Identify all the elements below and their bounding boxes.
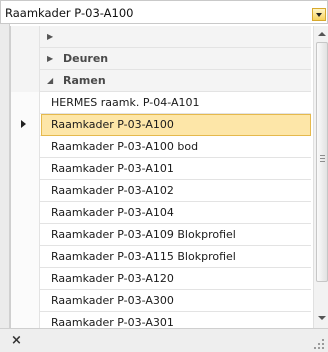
- row-selector-cell: [11, 180, 40, 202]
- grip-line: [320, 161, 325, 162]
- dropdown-popup: ▶ ▶ Deuren ◢ Ramen HERMES raamk. P-04-A101 Raa…: [10, 26, 328, 328]
- list-item[interactable]: Raamkader P-03-A115 Blokprofiel: [11, 246, 311, 268]
- item-label: HERMES raamk. P-04-A101: [51, 96, 200, 109]
- row-selector-cell: [11, 48, 40, 70]
- row-selector-cell: [11, 202, 40, 224]
- popup-footer: ×: [0, 328, 328, 352]
- dropdown-button[interactable]: [312, 8, 326, 21]
- combo-box[interactable]: Raamkader P-03-A100: [0, 0, 328, 24]
- item-label: Raamkader P-03-A120: [51, 272, 174, 285]
- current-row-arrow-icon: [21, 120, 26, 128]
- list-item[interactable]: Raamkader P-03-A120: [11, 268, 311, 290]
- item-label: Raamkader P-03-A300: [51, 294, 174, 307]
- row-selector-cell: [11, 246, 40, 268]
- triangle-down-icon[interactable]: ◢: [47, 76, 53, 85]
- scroll-up-arrow-icon[interactable]: [318, 32, 326, 36]
- scroll-thumb[interactable]: [316, 42, 328, 282]
- list-item[interactable]: Raamkader P-03-A109 Blokprofiel: [11, 224, 311, 246]
- list-item[interactable]: Raamkader P-03-A104: [11, 202, 311, 224]
- row-selector-cell: [11, 70, 40, 92]
- item-list: ▶ ▶ Deuren ◢ Ramen HERMES raamk. P-04-A101 Raa…: [11, 26, 311, 328]
- group-row[interactable]: ▶: [11, 26, 311, 48]
- row-selector-cell: [11, 136, 40, 158]
- row-selector-cell: [11, 26, 40, 48]
- resize-grip-icon[interactable]: [314, 339, 324, 349]
- item-label: Raamkader P-03-A101: [51, 162, 174, 175]
- group-row[interactable]: ▶ Deuren: [11, 48, 311, 70]
- item-label: Raamkader P-03-A100 bod: [51, 140, 199, 153]
- combo-value: Raamkader P-03-A100: [5, 6, 134, 20]
- triangle-right-icon[interactable]: ▶: [47, 54, 53, 63]
- item-label: Raamkader P-03-A104: [51, 206, 174, 219]
- left-edge-strip: [0, 24, 10, 328]
- triangle-right-icon[interactable]: ▶: [47, 32, 53, 41]
- row-selector-cell: [11, 224, 40, 246]
- group-label: Deuren: [63, 52, 109, 65]
- list-item[interactable]: HERMES raamk. P-04-A101: [11, 92, 311, 114]
- item-label: Raamkader P-03-A100: [51, 118, 174, 131]
- grip-line: [320, 155, 325, 156]
- chevron-down-icon: [316, 13, 322, 17]
- vertical-scrollbar[interactable]: [313, 26, 328, 328]
- list-item[interactable]: Raamkader P-03-A100 bod: [11, 136, 311, 158]
- scroll-down-arrow-icon[interactable]: [318, 316, 326, 320]
- item-label: Raamkader P-03-A102: [51, 184, 174, 197]
- item-label: Raamkader P-03-A109 Blokprofiel: [51, 228, 236, 241]
- group-row[interactable]: ◢ Ramen: [11, 70, 311, 92]
- row-selector-cell: [11, 312, 40, 328]
- item-label: Raamkader P-03-A115 Blokprofiel: [51, 250, 236, 263]
- list-item[interactable]: Raamkader P-03-A101: [11, 158, 311, 180]
- list-item[interactable]: Raamkader P-03-A102: [11, 180, 311, 202]
- row-selector-cell: [11, 290, 40, 312]
- list-item[interactable]: Raamkader P-03-A100: [11, 114, 311, 136]
- close-icon[interactable]: ×: [11, 333, 22, 348]
- row-selector-cell: [11, 158, 40, 180]
- list-item[interactable]: Raamkader P-03-A300: [11, 290, 311, 312]
- group-label: Ramen: [63, 74, 106, 87]
- row-selector-cell: [11, 92, 40, 114]
- item-label: Raamkader P-03-A301: [51, 316, 174, 328]
- grip-line: [320, 158, 325, 159]
- row-selector-cell: [11, 268, 40, 290]
- list-item[interactable]: Raamkader P-03-A301: [11, 312, 311, 328]
